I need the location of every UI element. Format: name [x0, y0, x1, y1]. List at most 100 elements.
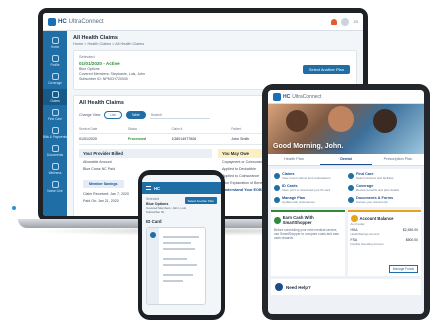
breadcrumb[interactable]: Home > Health Claims > All Health Claims: [73, 42, 357, 46]
phone-body: Selected Blue Options Covered Members: J…: [142, 194, 221, 308]
balance-value: $500.00: [405, 238, 418, 242]
sidebar-item-coverage[interactable]: Coverage: [43, 71, 67, 87]
sidebar-item-documents[interactable]: Documents: [43, 143, 67, 159]
folder-icon: [51, 145, 59, 152]
sidebar-item-label: Documents: [46, 153, 64, 157]
documents-icon: [348, 197, 354, 203]
phone: HC Selected Blue Options Covered Members…: [138, 170, 225, 320]
balance-sub: HealthSavings Account: [350, 232, 380, 236]
column-header[interactable]: Claim #: [171, 127, 231, 131]
shortcut-claims[interactable]: Claims View recent claims and explanation…: [274, 172, 344, 180]
shortcut-desc: View recent claims and explanations: [282, 176, 331, 180]
sidebar-item-label: Find Care: [48, 117, 62, 121]
sidebar-item-label: Profile: [50, 63, 60, 67]
select-another-plan-button[interactable]: Select Another Plan: [302, 65, 350, 74]
brand-logo[interactable]: HC UltraConnect: [48, 17, 104, 26]
plan-tabs: Health Plan Dental Prescription Plan: [268, 154, 424, 166]
shortcut-manage-plan[interactable]: Manage Plan Update plan preferences: [274, 196, 344, 204]
column-header[interactable]: Service Date: [79, 127, 128, 131]
manage-funds-button[interactable]: Manage Funds: [388, 265, 418, 273]
service-date: 01/01/2020: [79, 137, 97, 141]
claims-icon: [274, 173, 280, 179]
sidebar-item-nurse-line[interactable]: Nurse Line: [43, 179, 67, 195]
need-help-bar[interactable]: Need Help?: [271, 279, 421, 295]
hero-banner: Good Morning, John.: [268, 104, 424, 154]
sidebar-item-home[interactable]: Home: [43, 35, 67, 51]
notification-icon[interactable]: [331, 18, 338, 25]
manage-plan-icon: [274, 197, 280, 203]
wallet-icon: [350, 215, 358, 222]
shortcut-coverage[interactable]: Coverage Review benefits and plan details: [348, 184, 418, 192]
header-actions: JS: [331, 17, 358, 26]
shortcut-desc: Update plan preferences: [282, 200, 315, 204]
shortcut-find-care[interactable]: Find Care Search doctors and facilities: [348, 172, 418, 180]
account-balance-card: Account Balance As of today HSA $2,450.00…: [347, 210, 421, 276]
brand-name[interactable]: HC: [154, 186, 160, 191]
brand-name: HC: [58, 18, 67, 25]
sidebar-item-profile[interactable]: Profile: [43, 53, 67, 69]
sidebar-item-label: Wellness: [48, 171, 62, 175]
shortcut-desc: View, print or download your ID card: [282, 188, 331, 192]
sidebar-item-find-care[interactable]: Find Care: [43, 107, 67, 123]
id-card-image[interactable]: [146, 227, 206, 305]
card-accent: [347, 210, 421, 212]
claim-number: 1G8014977606: [171, 137, 197, 141]
sidebar-item-label: Home: [50, 45, 60, 49]
id-card-text-line: [163, 274, 193, 276]
selected-label: Selected: [79, 54, 95, 59]
brand-sub: UltraConnect: [292, 93, 322, 100]
view-list-toggle[interactable]: List: [104, 111, 122, 119]
find-care-icon: [348, 173, 354, 179]
member-savings-button[interactable]: Member Savings: [83, 180, 124, 188]
card-title: Account Balance: [359, 216, 394, 221]
home-icon: [51, 37, 59, 44]
brand-logo-icon: [273, 92, 281, 101]
id-card-text-line: [163, 280, 183, 282]
search-input[interactable]: Search: [149, 112, 210, 119]
shortcut-desc: Search doctors and facilities: [356, 176, 394, 180]
app-header: HC UltraConnect JS: [43, 13, 363, 31]
shortcut-id-cards[interactable]: ID Cards View, print or download your ID …: [274, 184, 344, 192]
shortcut-documents[interactable]: Documents & Forms Access your documents: [348, 196, 418, 204]
earn-cash-card[interactable]: Earn Cash With SmartShopper Before sched…: [271, 210, 345, 276]
stethoscope-icon: [51, 109, 59, 116]
tab-prescription-plan[interactable]: Prescription Plan: [372, 154, 424, 165]
brand-logo[interactable]: HC UltraConnect: [273, 92, 322, 101]
subscriber-id: Subscriber ID: NPMCH720000: [79, 77, 128, 81]
sidebar-item-label: Coverage: [48, 81, 62, 85]
brand-sub: UltraConnect: [68, 18, 104, 25]
column-header[interactable]: Status: [128, 127, 172, 131]
allowable-amount: Allowable Amount: [83, 159, 112, 164]
id-card-band: [147, 228, 159, 304]
shortcut-grid: Claims View recent claims and explanation…: [271, 169, 421, 207]
balance-sub: Flexible Spending Account: [350, 242, 384, 246]
help-icon: [275, 283, 283, 291]
sidebar-item-wellness[interactable]: Wellness: [43, 161, 67, 177]
brand-logo-icon: [48, 17, 56, 26]
tab-dental[interactable]: Dental: [320, 154, 372, 165]
sidebar-item-label: Bills & Payments: [43, 135, 67, 139]
view-table-toggle[interactable]: Table: [125, 111, 146, 119]
subscriber-id: Subscriber ID: [146, 210, 165, 214]
phone-icon: [51, 181, 59, 188]
id-card-text-line: [163, 248, 195, 250]
id-card-title: ID Card: [146, 219, 162, 224]
id-card-text-line: [163, 264, 197, 266]
balance-value: $2,450.00: [402, 228, 418, 232]
heart-icon: [51, 163, 59, 170]
hamburger-menu-icon[interactable]: [146, 186, 151, 190]
phone-status-bar: [142, 175, 221, 182]
tablet-cards: Earn Cash With SmartShopper Before sched…: [271, 210, 421, 276]
dollar-icon: [274, 216, 281, 224]
phone-header: HC: [142, 182, 221, 194]
tablet-screen: HC UltraConnect Good Morning, John. Heal…: [268, 90, 424, 314]
user-avatar[interactable]: [341, 17, 350, 26]
select-another-plan-button[interactable]: Select Another Plan: [184, 197, 217, 204]
balance-subtitle: As of today: [350, 222, 365, 226]
decorative-dot: [12, 206, 16, 210]
user-initials[interactable]: JS: [353, 19, 358, 24]
panel-title: Your Provider Billed: [79, 149, 212, 158]
tab-health-plan[interactable]: Health Plan: [268, 154, 320, 165]
sidebar-item-claims[interactable]: Claims: [43, 89, 67, 105]
sidebar-item-bills[interactable]: Bills & Payments: [43, 125, 67, 141]
